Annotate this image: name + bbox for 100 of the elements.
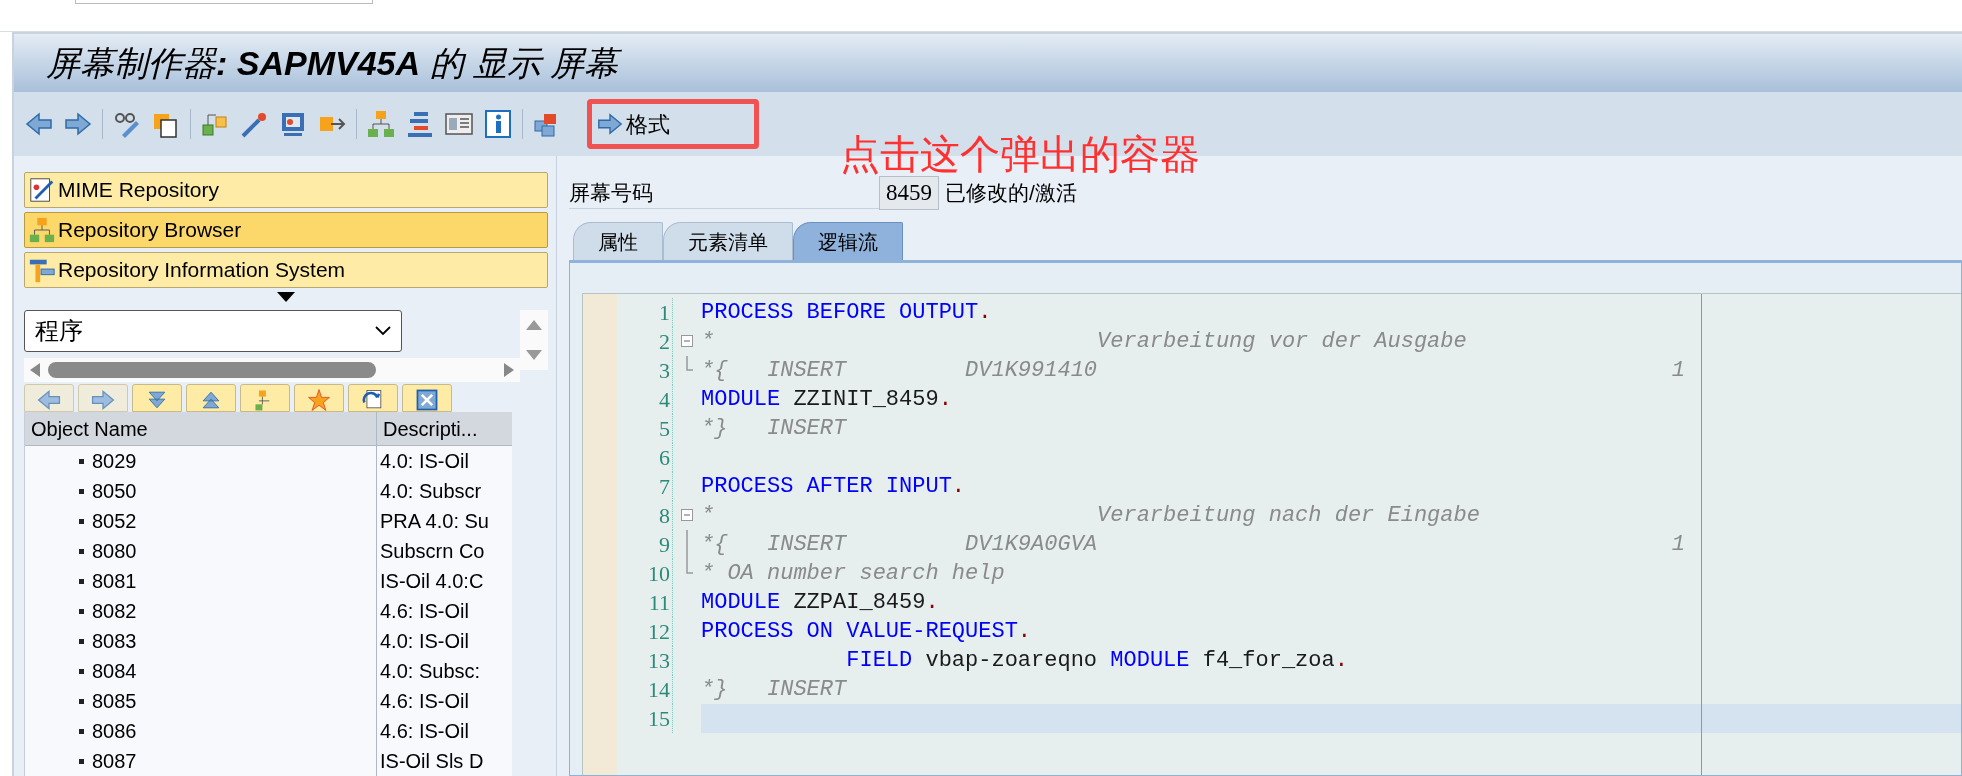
code-text: *{ INSERT DV1K9A0GVA	[701, 531, 1098, 559]
bullet-icon	[79, 518, 84, 524]
line-number: 15	[617, 704, 673, 733]
code-text: MODULE ZZINIT_8459.	[701, 386, 952, 414]
fold-toggle-icon[interactable]	[681, 509, 693, 521]
object-description: PRA 4.0: Su	[380, 509, 489, 534]
object-type-dropdown[interactable]: 程序	[24, 310, 402, 352]
object-description: IS-Oil 4.0:C	[380, 569, 484, 594]
column-header[interactable]: Object Name	[25, 412, 377, 445]
object-name[interactable]: 8052	[92, 506, 137, 536]
line-number: 9	[617, 530, 673, 559]
screen-number-label: 屏幕号码	[569, 176, 879, 210]
close-icon	[414, 387, 440, 412]
object-name[interactable]: 8084	[92, 656, 137, 686]
tool-button[interactable]	[294, 384, 344, 412]
line-number: 2	[617, 327, 673, 356]
line-number: 7	[617, 472, 673, 501]
object-name[interactable]: 8085	[92, 686, 137, 716]
format-button[interactable]: 格式	[596, 107, 670, 141]
bullet-icon	[79, 758, 84, 764]
horizontal-scrollbar[interactable]	[24, 358, 520, 382]
object-description: 4.0: IS-Oil	[380, 449, 469, 474]
tool-button[interactable]	[24, 384, 74, 412]
line-number: 11	[617, 588, 673, 617]
bullet-icon	[79, 668, 84, 674]
bullet-icon	[79, 548, 84, 554]
bullet-icon	[79, 698, 84, 704]
object-description: 4.6: IS-Oil	[380, 599, 469, 624]
code-text: * Verarbeitung nach der Eingabe	[701, 502, 1480, 530]
line-number: 6	[617, 443, 673, 472]
navigator-button[interactable]: Repository Browser	[24, 212, 548, 248]
forward-arrow-icon	[90, 387, 116, 412]
object-name[interactable]: 8081	[92, 566, 137, 596]
tree-icon	[28, 216, 56, 244]
scroll-down-icon[interactable]	[526, 350, 542, 360]
line-number: 3	[617, 356, 673, 385]
code-text: FIELD vbap-zoareqno MODULE f4_for_zoa.	[845, 647, 1348, 675]
column-header[interactable]: Descripti...	[377, 412, 511, 445]
line-number: 10	[617, 559, 673, 588]
line-count: 1	[1671, 531, 1686, 559]
navigator-button[interactable]: MIME Repository	[24, 172, 548, 208]
code-text: MODULE ZZPAI_8459.	[701, 589, 939, 617]
object-name[interactable]: 8083	[92, 626, 137, 656]
object-description: 4.0: Subsc:	[380, 659, 481, 684]
object-name[interactable]: 8080	[92, 536, 137, 566]
vertical-scrollbar[interactable]	[520, 310, 548, 370]
bullet-icon	[79, 488, 84, 494]
scroll-left-icon[interactable]	[30, 363, 40, 377]
navigator-button[interactable]: Repository Information System	[24, 252, 548, 288]
tree-icon[interactable]	[366, 109, 396, 139]
star-icon	[306, 387, 332, 412]
collapse-triangle-icon[interactable]	[277, 292, 295, 302]
object-name[interactable]: 8082	[92, 596, 137, 626]
edit-document-icon	[28, 176, 56, 204]
line-number: 14	[617, 675, 673, 704]
scroll-right-icon[interactable]	[504, 363, 514, 377]
object-description: IS-Oil Sls D	[380, 749, 484, 774]
object-description: 4.6: IS-Oil	[380, 719, 469, 744]
screen-status: 已修改的/激活	[945, 180, 1077, 207]
scroll-up-icon[interactable]	[526, 320, 542, 330]
tool-button[interactable]	[78, 384, 128, 412]
object-description: 4.6: IS-Oil	[380, 689, 469, 714]
align-icon[interactable]	[405, 109, 435, 139]
line-count: 1	[1671, 357, 1686, 385]
bullet-icon	[79, 728, 84, 734]
object-name[interactable]: 8087	[92, 746, 137, 776]
scrollbar-thumb[interactable]	[48, 362, 376, 378]
object-name[interactable]: 8086	[92, 716, 137, 746]
line-number: 1	[617, 298, 673, 327]
line-number: 4	[617, 385, 673, 414]
annotation-text: 点击这个弹出的容器	[840, 134, 1200, 174]
bullet-icon	[79, 608, 84, 614]
code-text: *{ INSERT DV1K991410	[701, 357, 1098, 385]
bullet-icon	[79, 458, 84, 464]
code-text: PROCESS AFTER INPUT.	[701, 473, 966, 501]
object-name[interactable]: 8050	[92, 476, 137, 506]
tool-button[interactable]	[132, 384, 182, 412]
tool-button[interactable]	[402, 384, 452, 412]
tool-button[interactable]	[186, 384, 236, 412]
code-text: PROCESS ON VALUE-REQUEST.	[701, 618, 1032, 646]
tool-button[interactable]	[348, 384, 398, 412]
screen-number-field[interactable]: 8459	[879, 176, 939, 210]
code-text: * Verarbeitung vor der Ausgabe	[701, 328, 1467, 356]
bullet-icon	[79, 638, 84, 644]
bullet-icon	[79, 578, 84, 584]
arrow-right-icon	[596, 110, 624, 138]
object-name[interactable]: 8029	[92, 446, 137, 476]
address-field[interactable]	[75, 0, 373, 4]
line-number: 12	[617, 617, 673, 646]
line-number: 13	[617, 646, 673, 675]
code-text: PROCESS BEFORE OUTPUT.	[701, 299, 992, 327]
tab[interactable]: 元素清单	[663, 222, 793, 260]
fold-toggle-icon[interactable]	[681, 335, 693, 347]
chevron-down-icon	[375, 326, 391, 336]
tab[interactable]: 属性	[573, 222, 663, 260]
back-arrow-icon	[36, 387, 62, 412]
object-description: 4.0: Subscr	[380, 479, 482, 504]
tab[interactable]: 逻辑流	[793, 222, 903, 260]
info-icon[interactable]	[483, 109, 513, 139]
line-number: 8	[617, 501, 673, 530]
